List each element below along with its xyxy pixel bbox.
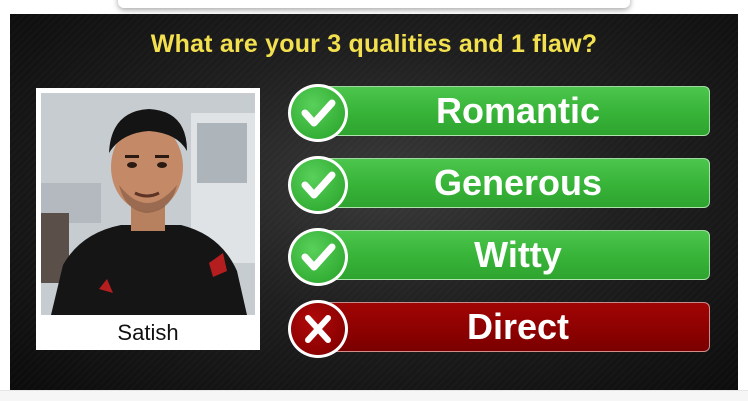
answer-quality-3: Witty [288, 228, 712, 286]
answer-label: Romantic [435, 90, 601, 131]
answer-quality-1: Romantic [288, 84, 712, 142]
profile-photo [41, 93, 255, 315]
check-icon [288, 228, 348, 286]
person-name-label: Satish [117, 320, 179, 345]
profile-photo-frame: Satish [36, 88, 260, 350]
quiz-result-card[interactable]: What are your 3 qualities and 1 flaw? Sa… [10, 14, 738, 390]
question-title: What are your 3 qualities and 1 flaw? [150, 30, 598, 58]
header-card-edge [118, 0, 630, 8]
cross-icon [288, 300, 348, 358]
page-margin-right [738, 14, 748, 390]
answer-quality-2: Generous [288, 156, 712, 214]
page-bottom-strip [0, 390, 748, 401]
answer-label: Witty [474, 234, 562, 275]
answer-label: Generous [433, 162, 603, 203]
person-portrait-image [41, 93, 255, 315]
check-icon [288, 156, 348, 214]
answer-flaw: Direct [288, 300, 712, 358]
answer-label: Direct [466, 306, 570, 347]
top-bar [0, 0, 748, 14]
check-icon [288, 84, 348, 142]
